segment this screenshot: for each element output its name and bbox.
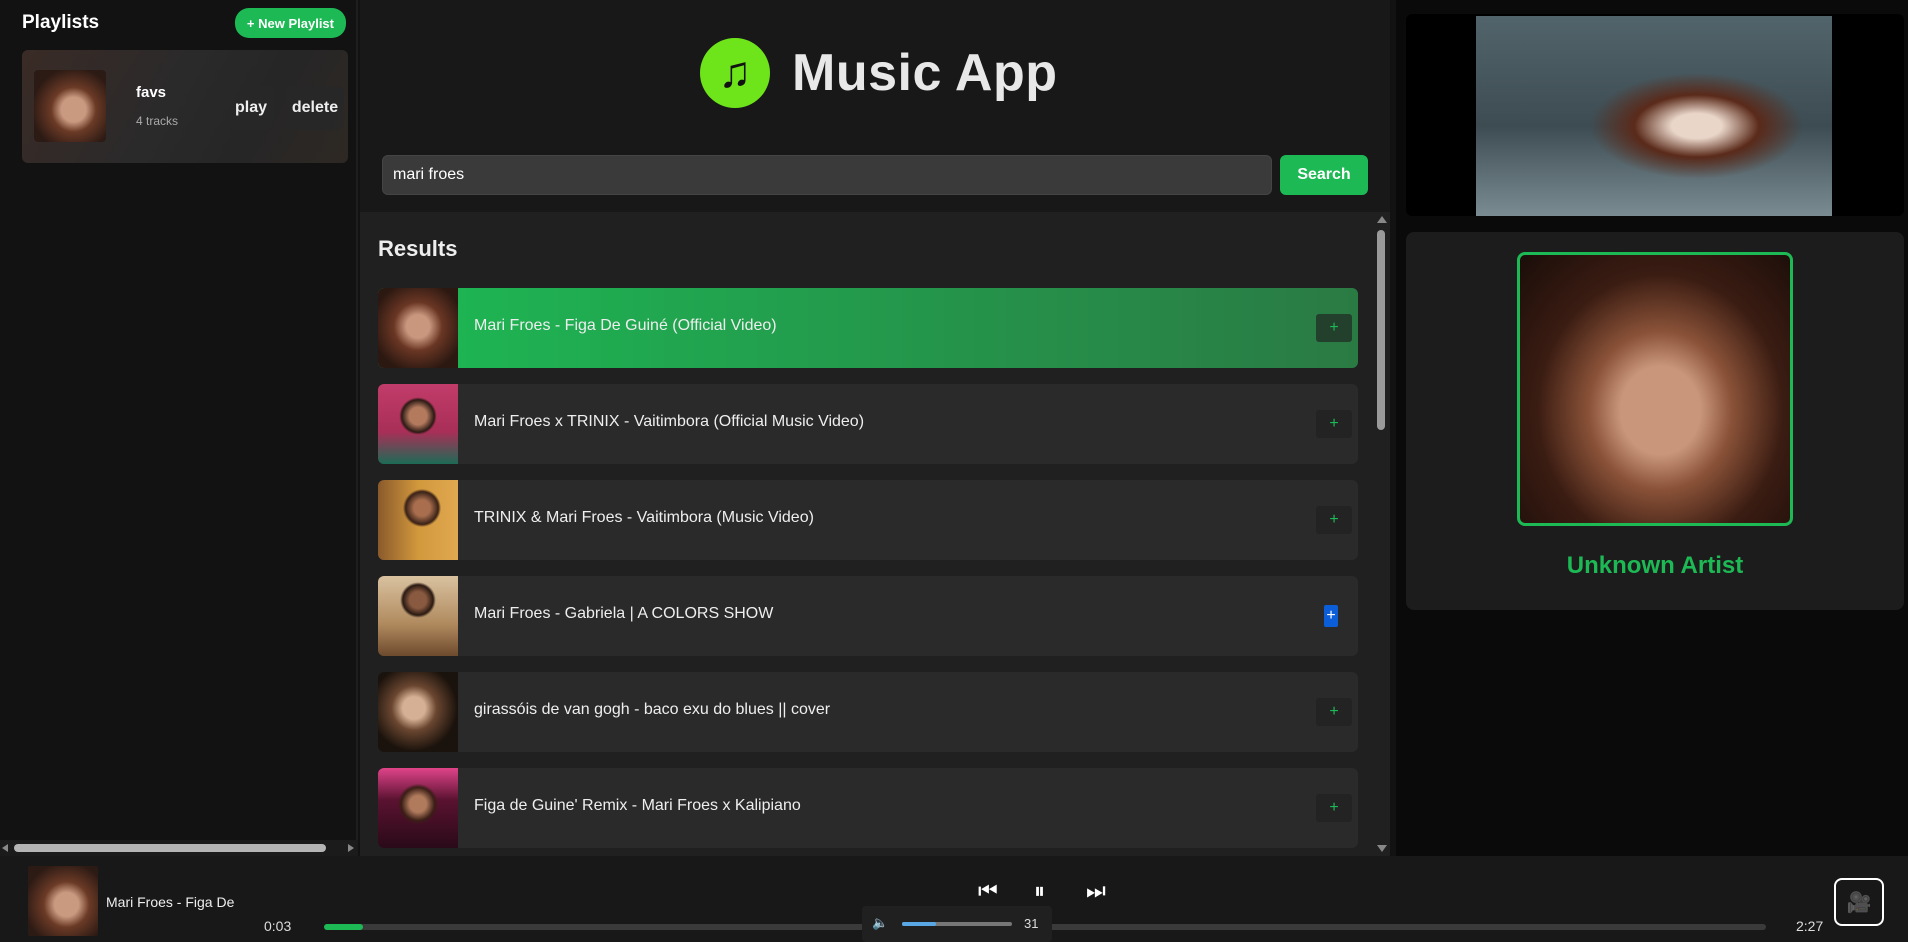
scroll-up-arrow-icon[interactable] bbox=[1377, 216, 1387, 223]
artist-name: Unknown Artist bbox=[1566, 552, 1744, 579]
add-to-playlist-button[interactable]: + bbox=[1324, 605, 1338, 627]
new-playlist-button[interactable]: + New Playlist bbox=[234, 8, 346, 38]
previous-icon[interactable]: ⏮ bbox=[978, 878, 998, 904]
total-time: 2:27 bbox=[1796, 918, 1824, 934]
now-playing-panel: Unknown Artist bbox=[1396, 0, 1908, 856]
results-title: Results bbox=[378, 236, 458, 261]
result-row[interactable]: Mari Froes x TRINIX - Vaitimbora (Offici… bbox=[378, 384, 1358, 464]
playlists-sidebar: Playlists + New Playlist favs 4 tracks p… bbox=[0, 0, 358, 856]
volume-fill bbox=[902, 922, 937, 926]
main-content: ♫ Music App Search Results Mari Froes - … bbox=[360, 0, 1390, 856]
result-title: Figa de Guine' Remix - Mari Froes x Kali… bbox=[474, 797, 801, 814]
sidebar-horizontal-scrollbar[interactable] bbox=[0, 840, 358, 856]
result-thumbnail bbox=[378, 768, 458, 848]
result-title: Mari Froes x TRINIX - Vaitimbora (Offici… bbox=[474, 413, 865, 430]
video-camera-icon[interactable]: 🎥 bbox=[1834, 878, 1884, 926]
playlist-play-button[interactable]: play bbox=[228, 86, 274, 130]
add-to-playlist-button[interactable]: + bbox=[1316, 410, 1352, 438]
video-player[interactable] bbox=[1406, 14, 1904, 216]
current-time: 0:03 bbox=[264, 918, 292, 934]
next-icon[interactable]: ⏭ bbox=[1086, 878, 1106, 904]
result-title: Mari Froes - Gabriela | A COLORS SHOW bbox=[474, 605, 774, 622]
music-note-icon: ♫ bbox=[700, 38, 770, 108]
add-to-playlist-button[interactable]: + bbox=[1316, 314, 1352, 342]
add-to-playlist-button[interactable]: + bbox=[1316, 506, 1352, 534]
playlist-name: favs bbox=[136, 84, 167, 101]
result-thumbnail bbox=[378, 576, 458, 656]
playlist-card[interactable]: favs 4 tracks play delete bbox=[22, 50, 348, 163]
scrollbar-thumb[interactable] bbox=[14, 844, 326, 852]
result-row[interactable]: Figa de Guine' Remix - Mari Froes x Kali… bbox=[378, 768, 1358, 848]
result-thumbnail bbox=[378, 288, 458, 368]
scroll-right-arrow-icon[interactable] bbox=[348, 844, 354, 852]
artist-card: Unknown Artist bbox=[1406, 232, 1904, 610]
video-frame bbox=[1476, 16, 1832, 216]
result-thumbnail bbox=[378, 672, 458, 752]
result-title: TRINIX & Mari Froes - Vaitimbora (Music … bbox=[474, 509, 814, 526]
add-to-playlist-button[interactable]: + bbox=[1316, 698, 1352, 726]
progress-fill bbox=[324, 924, 363, 930]
sidebar-header: Playlists + New Playlist bbox=[0, 0, 356, 40]
playlist-thumbnail bbox=[34, 70, 106, 142]
result-row[interactable]: Mari Froes - Gabriela | A COLORS SHOW + bbox=[378, 576, 1358, 656]
volume-icon[interactable]: 🔈 bbox=[872, 915, 888, 931]
result-row[interactable]: Mari Froes - Figa De Guiné (Official Vid… bbox=[378, 288, 1358, 368]
result-row[interactable]: girassóis de van gogh - baco exu do blue… bbox=[378, 672, 1358, 752]
results-vertical-scrollbar[interactable] bbox=[1372, 212, 1390, 856]
now-playing-thumbnail bbox=[28, 866, 98, 936]
album-art bbox=[1517, 252, 1793, 526]
pause-icon[interactable]: ⏸ bbox=[1034, 878, 1045, 904]
playlist-delete-button[interactable]: delete bbox=[286, 86, 344, 130]
playlist-track-count: 4 tracks bbox=[136, 114, 179, 128]
app-logo: ♫ Music App bbox=[700, 38, 1057, 108]
player-bar: Mari Froes - Figa De ⏮ ⏸ ⏭ 0:03 2:27 🔈 3… bbox=[0, 856, 1908, 942]
music-app: Playlists + New Playlist favs 4 tracks p… bbox=[0, 0, 1908, 942]
results-panel: Results Mari Froes - Figa De Guiné (Offi… bbox=[360, 212, 1390, 856]
sidebar-title: Playlists bbox=[22, 12, 100, 33]
app-title: Music App bbox=[792, 44, 1058, 102]
result-thumbnail bbox=[378, 480, 458, 560]
now-playing-title: Mari Froes - Figa De bbox=[106, 894, 235, 910]
add-to-playlist-button[interactable]: + bbox=[1316, 794, 1352, 822]
scrollbar-thumb[interactable] bbox=[1377, 230, 1385, 430]
volume-slider[interactable] bbox=[902, 922, 1012, 926]
volume-value: 31 bbox=[1024, 916, 1039, 931]
search-button[interactable]: Search bbox=[1280, 155, 1368, 195]
result-title: Mari Froes - Figa De Guiné (Official Vid… bbox=[474, 317, 777, 334]
result-row[interactable]: TRINIX & Mari Froes - Vaitimbora (Music … bbox=[378, 480, 1358, 560]
result-thumbnail bbox=[378, 384, 458, 464]
search-input[interactable] bbox=[382, 155, 1272, 195]
volume-control: 🔈 31 bbox=[862, 906, 1052, 942]
scroll-down-arrow-icon[interactable] bbox=[1377, 845, 1387, 852]
result-title: girassóis de van gogh - baco exu do blue… bbox=[474, 701, 831, 718]
scroll-left-arrow-icon[interactable] bbox=[2, 844, 8, 852]
